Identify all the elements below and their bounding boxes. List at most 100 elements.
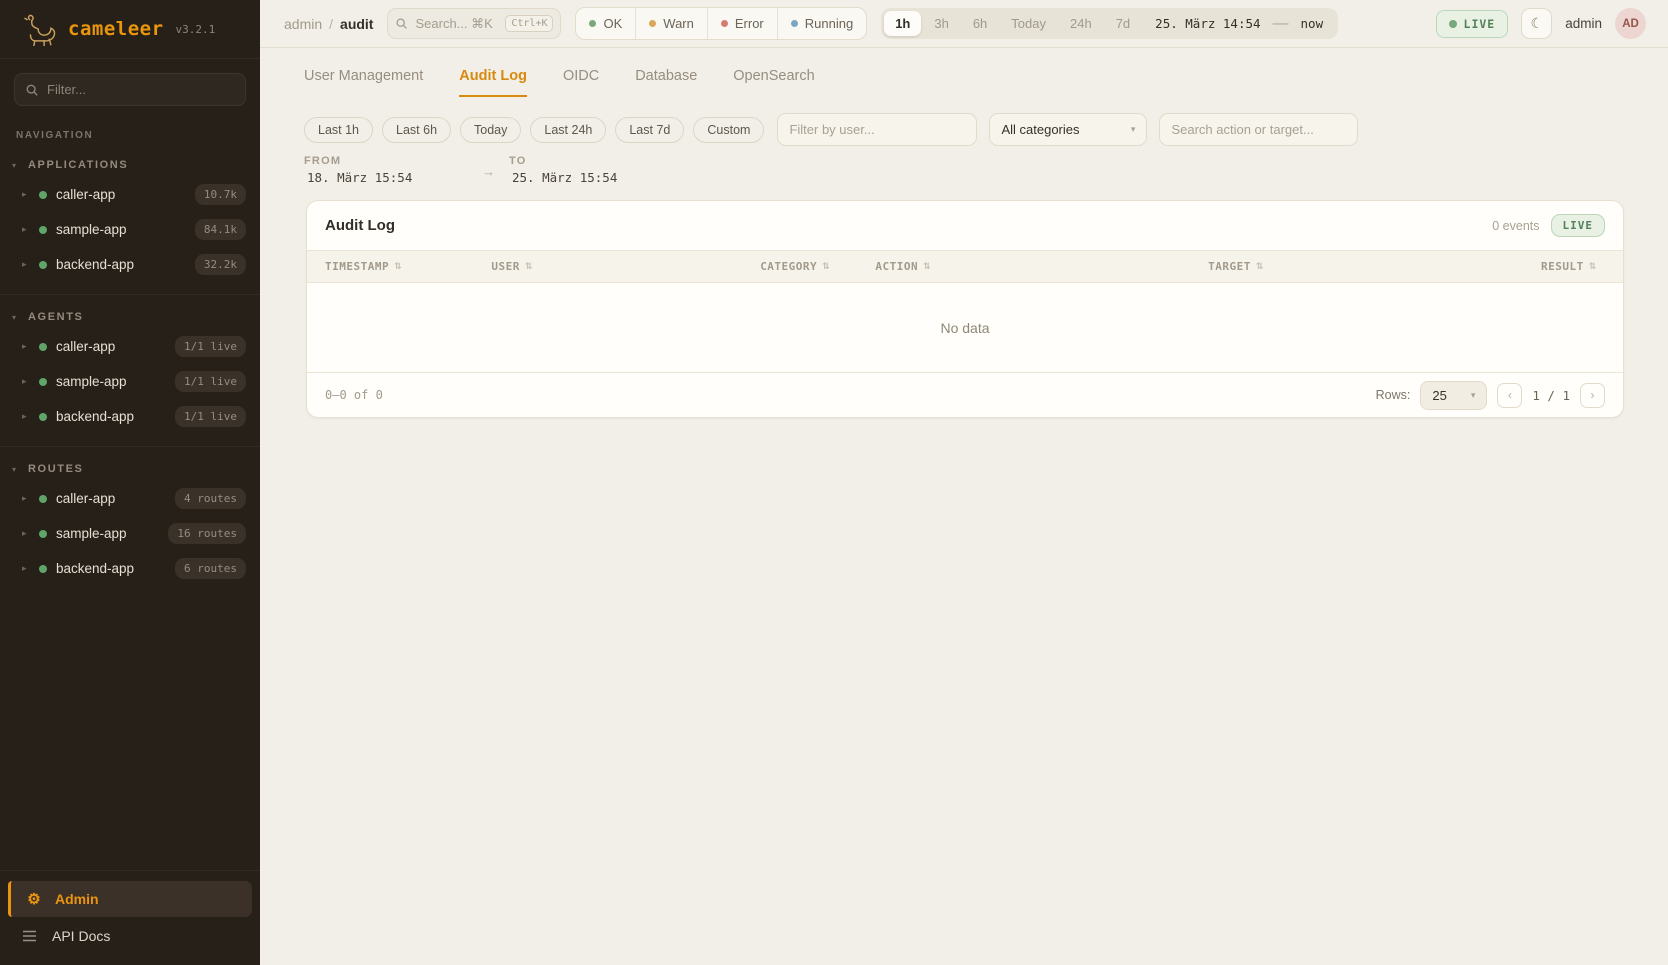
- status-dot: [39, 226, 47, 234]
- chip-last-6h[interactable]: Last 6h: [382, 117, 451, 143]
- time-range-6h[interactable]: 6h: [962, 11, 998, 36]
- sidebar-item-routes-sample-app[interactable]: ▸ sample-app 16 routes: [0, 516, 260, 551]
- action-target-search-input[interactable]: Search action or target...: [1159, 113, 1358, 146]
- sort-icon: ⇅: [1256, 262, 1264, 272]
- item-label: sample-app: [56, 526, 127, 541]
- chip-custom[interactable]: Custom: [693, 117, 764, 143]
- chevron-right-icon: ▸: [22, 341, 30, 352]
- item-label: backend-app: [56, 257, 134, 272]
- section-header-agents[interactable]: ▾ AGENTS: [0, 305, 260, 329]
- column-label: USER: [491, 260, 520, 273]
- no-data-text: No data: [940, 320, 989, 336]
- time-range-24h[interactable]: 24h: [1059, 11, 1103, 36]
- chip-last-24h[interactable]: Last 24h: [530, 117, 606, 143]
- column-header-result[interactable]: RESULT ⇅: [1541, 260, 1605, 273]
- card-title: Audit Log: [325, 217, 395, 234]
- result-range-text: 0–0 of 0: [325, 388, 383, 402]
- avatar[interactable]: AD: [1615, 8, 1646, 39]
- live-status-badge[interactable]: LIVE: [1436, 10, 1509, 38]
- item-label: caller-app: [56, 491, 115, 506]
- tab-opensearch[interactable]: OpenSearch: [733, 68, 814, 97]
- sidebar-item-routes-backend-app[interactable]: ▸ backend-app 6 routes: [0, 551, 260, 586]
- sidebar-item-agents-sample-app[interactable]: ▸ sample-app 1/1 live: [0, 364, 260, 399]
- sidebar-item-applications-sample-app[interactable]: ▸ sample-app 84.1k: [0, 212, 260, 247]
- prev-page-button[interactable]: ‹: [1497, 383, 1522, 408]
- tab-audit-log[interactable]: Audit Log: [459, 68, 527, 97]
- user-filter-placeholder: Filter by user...: [789, 122, 874, 137]
- brand-name: cameleer: [68, 18, 164, 40]
- breadcrumb: admin / audit: [284, 16, 373, 32]
- column-header-action[interactable]: ACTION ⇅: [875, 260, 1208, 273]
- rows-per-page-select[interactable]: 25 ▾: [1420, 381, 1487, 410]
- theme-toggle-button[interactable]: ☾: [1521, 8, 1552, 39]
- next-page-button[interactable]: ›: [1580, 383, 1605, 408]
- top-bar: admin / audit Search... ⌘K Ctrl+K OK War…: [260, 0, 1668, 48]
- card-header: Audit Log 0 events LIVE: [307, 201, 1623, 250]
- filters-area: Last 1h Last 6h Today Last 24h Last 7d C…: [260, 97, 1668, 185]
- section-title: AGENTS: [28, 311, 83, 323]
- status-filter-running[interactable]: Running: [777, 8, 866, 39]
- section-header-routes[interactable]: ▾ ROUTES: [0, 457, 260, 481]
- time-range-today[interactable]: Today: [1000, 11, 1057, 36]
- item-count-badge: 6 routes: [175, 558, 246, 579]
- breadcrumb-parent[interactable]: admin: [284, 16, 322, 32]
- search-icon: [25, 83, 39, 97]
- tab-user-management[interactable]: User Management: [304, 68, 423, 97]
- sidebar-footer: ⚙ Admin API Docs: [0, 870, 260, 965]
- admin-label: Admin: [55, 891, 99, 907]
- item-label: caller-app: [56, 339, 115, 354]
- moon-icon: ☾: [1530, 15, 1543, 32]
- sidebar-item-agents-backend-app[interactable]: ▸ backend-app 1/1 live: [0, 399, 260, 434]
- time-range-7d[interactable]: 7d: [1105, 11, 1141, 36]
- page-indicator: 1 / 1: [1532, 388, 1570, 403]
- sidebar-item-agents-caller-app[interactable]: ▸ caller-app 1/1 live: [0, 329, 260, 364]
- item-count-badge: 1/1 live: [175, 406, 246, 427]
- status-dot: [39, 378, 47, 386]
- status-filter-error[interactable]: Error: [707, 8, 777, 39]
- time-range-3h[interactable]: 3h: [923, 11, 959, 36]
- sidebar-item-admin[interactable]: ⚙ Admin: [8, 881, 252, 917]
- search-placeholder: Search... ⌘K: [415, 16, 498, 32]
- from-value[interactable]: 18. März 15:54: [304, 170, 482, 185]
- chevron-left-icon: ‹: [1508, 388, 1512, 402]
- chevron-right-icon: ▸: [22, 563, 30, 574]
- filter-by-user-input[interactable]: Filter by user...: [777, 113, 977, 146]
- rows-value: 25: [1432, 388, 1446, 403]
- column-label: TARGET: [1208, 260, 1251, 273]
- current-datetime: 25. März 14:54: [1143, 16, 1268, 31]
- item-label: sample-app: [56, 222, 127, 237]
- status-filter-ok[interactable]: OK: [576, 8, 635, 39]
- brand-header: cameleer v3.2.1: [0, 0, 260, 59]
- column-header-category[interactable]: CATEGORY ⇅: [760, 260, 875, 273]
- live-dot-icon: [1449, 20, 1457, 28]
- column-header-target[interactable]: TARGET ⇅: [1208, 260, 1541, 273]
- sidebar-item-routes-caller-app[interactable]: ▸ caller-app 4 routes: [0, 481, 260, 516]
- avatar-initials: AD: [1622, 18, 1639, 30]
- navigation-label: NAVIGATION: [0, 116, 260, 143]
- global-search-input[interactable]: Search... ⌘K Ctrl+K: [387, 8, 561, 39]
- section-header-applications[interactable]: ▾ APPLICATIONS: [0, 153, 260, 177]
- sidebar-item-applications-backend-app[interactable]: ▸ backend-app 32.2k: [0, 247, 260, 282]
- status-dot: [39, 413, 47, 421]
- column-label: TIMESTAMP: [325, 260, 389, 273]
- chip-last-1h[interactable]: Last 1h: [304, 117, 373, 143]
- action-search-placeholder: Search action or target...: [1171, 122, 1313, 137]
- sidebar-item-applications-caller-app[interactable]: ▸ caller-app 10.7k: [0, 177, 260, 212]
- time-range-1h[interactable]: 1h: [884, 11, 921, 36]
- sidebar-filter-input[interactable]: Filter...: [14, 73, 246, 106]
- tab-oidc[interactable]: OIDC: [563, 68, 599, 97]
- chevron-down-icon: ▾: [1131, 124, 1136, 135]
- column-header-timestamp[interactable]: TIMESTAMP ⇅: [325, 260, 491, 273]
- category-select[interactable]: All categories ▾: [989, 113, 1147, 146]
- chip-last-7d[interactable]: Last 7d: [615, 117, 684, 143]
- column-label: CATEGORY: [760, 260, 817, 273]
- to-value[interactable]: 25. März 15:54: [509, 170, 687, 185]
- chevron-right-icon: ▸: [22, 493, 30, 504]
- sidebar-item-api-docs[interactable]: API Docs: [8, 919, 252, 953]
- tab-database[interactable]: Database: [635, 68, 697, 97]
- item-count-badge: 1/1 live: [175, 371, 246, 392]
- status-filter-warn[interactable]: Warn: [635, 8, 707, 39]
- chevron-down-icon: ▾: [12, 465, 16, 474]
- chip-today[interactable]: Today: [460, 117, 521, 143]
- column-header-user[interactable]: USER ⇅: [491, 260, 760, 273]
